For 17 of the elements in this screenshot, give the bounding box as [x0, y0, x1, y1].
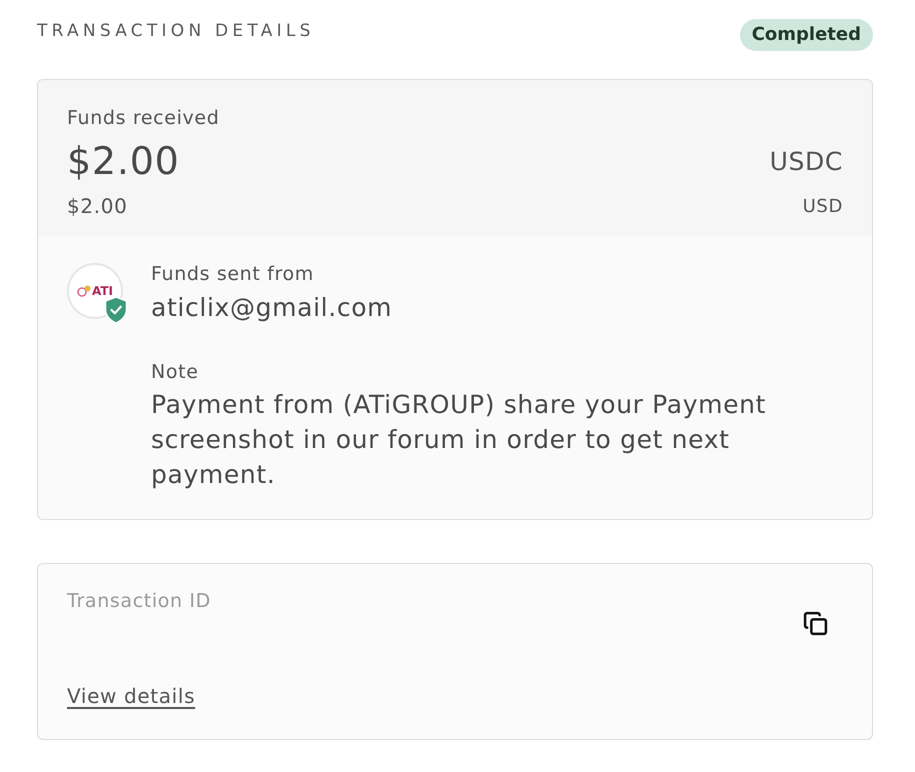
sender-email: aticlix@gmail.com: [151, 292, 394, 324]
section-title: TRANSACTION DETAILS: [37, 22, 315, 40]
note-label: Note: [151, 361, 200, 385]
crypto-amount: $2.00: [67, 138, 180, 185]
view-details-link[interactable]: View details: [67, 684, 211, 709]
fiat-amount: $2.00: [67, 194, 128, 220]
amount-label: Funds received: [67, 107, 220, 131]
logo-mark-icon: [76, 285, 91, 298]
sender-label: Funds sent from: [151, 263, 315, 287]
copy-icon: [803, 611, 828, 636]
crypto-currency: USDC: [770, 146, 843, 178]
status-badge: Completed: [740, 18, 873, 52]
fiat-currency: USD: [802, 196, 843, 218]
transaction-id-label: Transaction ID: [67, 590, 211, 614]
copy-button[interactable]: [803, 611, 828, 636]
logo-text: ATI: [92, 285, 113, 298]
note-text: Payment from (ATiGROUP) share your Payment screenshot in our forum in order to get next payment.: [151, 389, 768, 491]
